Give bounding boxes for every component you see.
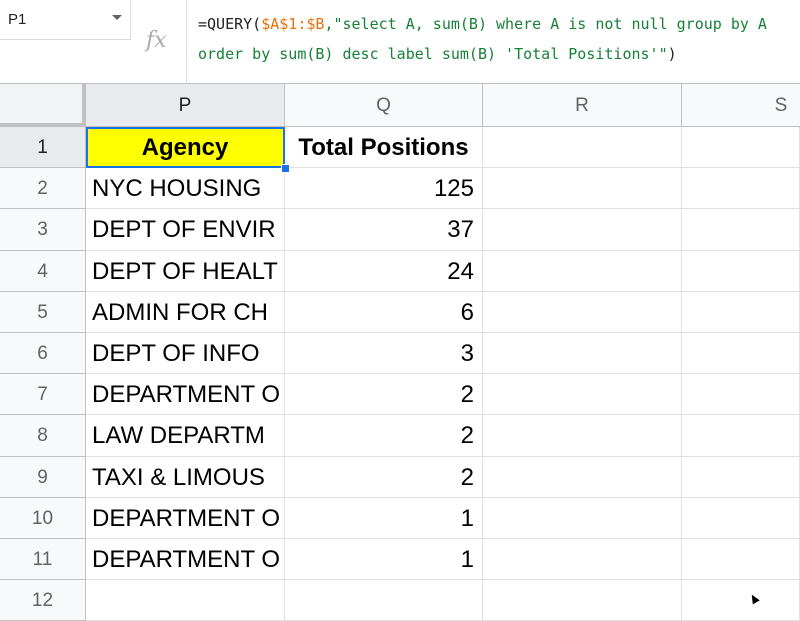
cell-q7[interactable]: 2 [285,374,483,415]
cell-q6[interactable]: 3 [285,333,483,374]
cell-s10[interactable] [682,498,800,539]
cell-q5[interactable]: 6 [285,292,483,333]
fill-handle[interactable] [281,164,290,173]
row-header-8[interactable]: 8 [0,415,86,457]
name-box[interactable]: P1 [0,0,131,40]
cell-p7[interactable]: DEPARTMENT O [86,374,285,415]
cell-p12[interactable] [86,580,285,621]
cell-r3[interactable] [483,209,682,251]
select-all-corner[interactable] [0,84,86,127]
cell-r4[interactable] [483,251,682,292]
cell-r2[interactable] [483,168,682,209]
row-header-11[interactable]: 11 [0,539,86,580]
column-header-s-label: S [774,95,788,116]
cell-p1[interactable]: Agency [86,127,285,168]
cell-s5[interactable] [682,292,800,333]
column-header-r[interactable]: R [483,84,682,127]
cell-s11[interactable] [682,539,800,580]
cell-p9[interactable]: TAXI & LIMOUS [86,457,285,498]
formula-prefix: =QUERY( [198,15,262,33]
cell-s6[interactable] [682,333,800,374]
row-header-9[interactable]: 9 [0,457,86,498]
chevron-down-icon[interactable] [112,15,122,20]
row-header-1[interactable]: 1 [0,127,86,168]
cell-q4[interactable]: 24 [285,251,483,292]
cell-r6[interactable] [483,333,682,374]
cell-q11[interactable]: 1 [285,539,483,580]
cell-p10[interactable]: DEPARTMENT O [86,498,285,539]
cell-r9[interactable] [483,457,682,498]
cell-s4[interactable] [682,251,800,292]
cell-r7[interactable] [483,374,682,415]
cell-q1[interactable]: Total Positions [285,127,483,168]
cell-s1[interactable] [682,127,800,168]
column-header-q[interactable]: Q [285,84,483,127]
row-header-6[interactable]: 6 [0,333,86,374]
cell-r8[interactable] [483,415,682,457]
cell-q8[interactable]: 2 [285,415,483,457]
formula-bar: P1 fx =QUERY($A$1:$B,"select A, sum(B) w… [0,0,800,84]
formula-input[interactable]: =QUERY($A$1:$B,"select A, sum(B) where A… [198,9,793,69]
cell-s2[interactable] [682,168,800,209]
cell-q9[interactable]: 2 [285,457,483,498]
function-icon: fx [146,28,167,53]
cell-r12[interactable] [483,580,682,621]
cell-p6[interactable]: DEPT OF INFO [86,333,285,374]
column-header-p[interactable]: P [86,84,285,127]
cell-p11[interactable]: DEPARTMENT O [86,539,285,580]
cell-p3[interactable]: DEPT OF ENVIR [86,209,285,251]
fx-area: fx [131,0,187,83]
cell-q3[interactable]: 37 [285,209,483,251]
formula-suffix: ) [667,45,677,63]
cell-q10[interactable]: 1 [285,498,483,539]
cell-s3[interactable] [682,209,800,251]
spreadsheet-grid: P Q R S 1 Agency Total Positions 2 NYC HOUSI… [0,84,800,621]
row-header-12[interactable]: 12 [0,580,86,621]
cell-p2[interactable]: NYC HOUSING [86,168,285,209]
cell-s9[interactable] [682,457,800,498]
cell-s12[interactable] [682,580,800,621]
cell-r10[interactable] [483,498,682,539]
row-header-2[interactable]: 2 [0,168,86,209]
column-header-s[interactable]: S [682,84,800,127]
cell-r5[interactable] [483,292,682,333]
cell-r1[interactable] [483,127,682,168]
cell-s7[interactable] [682,374,800,415]
cell-p4[interactable]: DEPT OF HEALT [86,251,285,292]
row-header-4[interactable]: 4 [0,251,86,292]
row-header-5[interactable]: 5 [0,292,86,333]
row-header-3[interactable]: 3 [0,209,86,251]
cell-q2[interactable]: 125 [285,168,483,209]
row-header-7[interactable]: 7 [0,374,86,415]
cell-r11[interactable] [483,539,682,580]
row-header-10[interactable]: 10 [0,498,86,539]
cell-p8[interactable]: LAW DEPARTM [86,415,285,457]
cell-p5[interactable]: ADMIN FOR CH [86,292,285,333]
name-box-value[interactable]: P1 [8,11,26,28]
cell-q12[interactable] [285,580,483,621]
cell-s8[interactable] [682,415,800,457]
formula-range-ref: $A$1:$B [261,15,325,33]
